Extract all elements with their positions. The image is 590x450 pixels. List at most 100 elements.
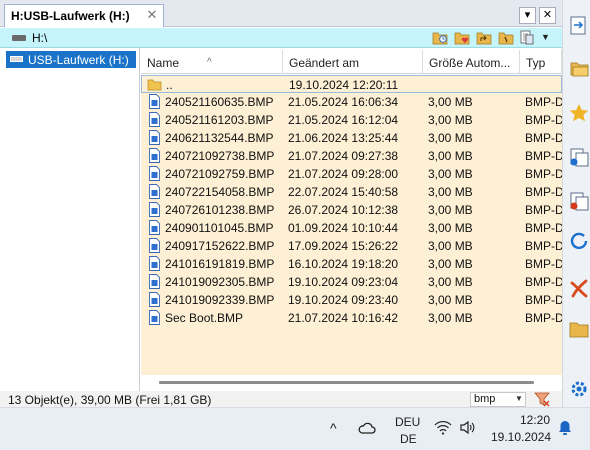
view-options-dropdown-icon[interactable]: ▼ <box>541 32 550 42</box>
file-row[interactable]: 240721092738.BMP 21.07.2024 09:27:38 3,00 … <box>141 147 562 165</box>
show-hidden-icons-icon[interactable]: ^ <box>330 420 337 436</box>
notification-bell-icon[interactable] <box>558 420 572 436</box>
panel-menu-button[interactable]: ▾ <box>519 7 536 24</box>
file-row[interactable]: 240521161203.BMP 21.05.2024 16:12:04 3,00 … <box>141 111 562 129</box>
file-row[interactable]: 241019092339.BMP 19.10.2024 09:23:40 3,00 … <box>141 291 562 309</box>
column-header-name[interactable]: Name ^ <box>141 50 283 74</box>
file-name: Sec Boot.BMP <box>165 311 244 325</box>
file-size: 3,00 MB <box>428 185 473 199</box>
file-type: BMP-D <box>525 185 562 199</box>
file-row[interactable]: 240721092759.BMP 21.07.2024 09:28:00 3,00 … <box>141 165 562 183</box>
file-row[interactable]: Sec Boot.BMP 21.07.2024 10:16:42 3,00 MB BM… <box>141 309 562 327</box>
file-row[interactable]: 240901101045.BMP 01.09.2024 10:10:44 3,00 … <box>141 219 562 237</box>
usb-drive-icon <box>10 56 23 62</box>
bmp-file-icon <box>149 202 160 217</box>
bmp-file-icon <box>149 112 160 127</box>
file-type: BMP-D <box>525 95 562 109</box>
column-header-type[interactable]: Typ <box>520 50 562 74</box>
file-modified: 21.07.2024 09:27:38 <box>288 149 399 163</box>
refresh-icon[interactable] <box>568 230 590 252</box>
file-type: BMP-D <box>525 167 562 181</box>
favorite-folder-icon[interactable] <box>454 30 470 45</box>
file-name: 240722154058.BMP <box>165 185 275 199</box>
file-modified: 26.07.2024 10:12:38 <box>288 203 399 217</box>
file-modified: 21.06.2024 13:25:44 <box>288 131 399 145</box>
new-folder-icon[interactable] <box>568 318 590 340</box>
move-to-icon[interactable] <box>568 190 590 212</box>
address-bar[interactable]: H:\ ▼ <box>0 28 562 48</box>
status-bar: 13 Objekt(e), 39,00 MB (Frei 1,81 GB) bm… <box>0 391 562 407</box>
history-folder-icon[interactable] <box>432 30 448 45</box>
filter-icon[interactable] <box>534 392 550 407</box>
file-type: BMP-D <box>525 149 562 163</box>
file-type: BMP-D <box>525 293 562 307</box>
file-type: BMP-D <box>525 311 562 325</box>
file-row[interactable]: 240726101238.BMP 26.07.2024 10:12:38 3,00 … <box>141 201 562 219</box>
column-name-label: Name <box>147 56 180 70</box>
wifi-icon[interactable] <box>434 420 452 435</box>
file-modified: 19.10.2024 09:23:04 <box>288 275 399 289</box>
column-header-size[interactable]: Größe Autom... <box>423 50 520 74</box>
file-type: BMP-D <box>525 275 562 289</box>
file-row[interactable]: 240521160635.BMP 21.05.2024 16:06:34 3,00 … <box>141 93 562 111</box>
file-size: 3,00 MB <box>428 257 473 271</box>
file-modified: 16.10.2024 19:18:20 <box>288 257 399 271</box>
file-size: 3,00 MB <box>428 293 473 307</box>
panel-close-button[interactable]: ✕ <box>539 7 556 24</box>
file-name: 240721092759.BMP <box>165 167 275 181</box>
input-language[interactable]: DEU <box>395 415 420 429</box>
file-row[interactable]: 240621132544.BMP 21.06.2024 13:25:44 3,00 … <box>141 129 562 147</box>
file-modified: 19.10.2024 12:20:11 <box>289 78 399 92</box>
folder-up-icon <box>147 79 162 91</box>
file-size: 3,00 MB <box>428 275 473 289</box>
root-folder-icon[interactable] <box>498 30 514 45</box>
bmp-file-icon <box>149 148 160 163</box>
column-header-row: Name ^ Geändert am Größe Autom... Typ <box>141 50 562 74</box>
file-row[interactable]: 241016191819.BMP 16.10.2024 19:18:20 3,00 … <box>141 255 562 273</box>
file-size: 3,00 MB <box>428 95 473 109</box>
bmp-file-icon <box>149 184 160 199</box>
delete-icon[interactable] <box>568 277 590 299</box>
file-size: 3,00 MB <box>428 167 473 181</box>
copy-to-icon[interactable] <box>568 146 590 168</box>
send-to-icon[interactable] <box>568 14 590 36</box>
file-name: 240521161203.BMP <box>165 113 274 127</box>
taskbar: ^ DEU DE 12:20 19.10.2024 <box>0 407 590 450</box>
file-modified: 21.05.2024 16:06:34 <box>288 95 399 109</box>
tab-usb-drive[interactable]: H:USB-Laufwerk (H:) ✕ <box>4 4 164 27</box>
horizontal-scrollbar[interactable] <box>159 381 534 384</box>
file-row[interactable]: .. 19.10.2024 12:20:11 <box>141 75 562 93</box>
bmp-file-icon <box>149 256 160 271</box>
address-path[interactable]: H:\ <box>32 31 47 45</box>
file-type: BMP-D <box>525 113 562 127</box>
filter-dropdown-icon[interactable]: ▼ <box>515 394 523 403</box>
onedrive-cloud-icon[interactable] <box>358 421 376 435</box>
file-size: 3,00 MB <box>428 113 473 127</box>
bmp-file-icon <box>149 166 160 181</box>
file-modified: 01.09.2024 10:10:44 <box>288 221 399 235</box>
clock-date[interactable]: 19.10.2024 <box>491 430 551 444</box>
favorites-star-icon[interactable] <box>568 102 590 124</box>
file-name: 240901101045.BMP <box>165 221 274 235</box>
file-modified: 19.10.2024 09:23:40 <box>288 293 399 307</box>
file-rows: .. 19.10.2024 12:20:11 240521160635.BMP 21.… <box>141 75 562 375</box>
side-app-bar <box>562 0 590 407</box>
settings-gear-icon[interactable] <box>568 378 590 400</box>
file-row[interactable]: 241019092305.BMP 19.10.2024 09:23:04 3,00 … <box>141 273 562 291</box>
file-size: 3,00 MB <box>428 239 473 253</box>
tree-item-usb-drive[interactable]: USB-Laufwerk (H:) <box>6 51 136 68</box>
file-name: 241019092339.BMP <box>165 293 275 307</box>
column-header-modified[interactable]: Geändert am <box>283 50 423 74</box>
bmp-file-icon <box>149 94 160 109</box>
view-options-icon[interactable] <box>520 30 536 45</box>
file-type: BMP-D <box>525 203 562 217</box>
tab-close-icon[interactable]: ✕ <box>145 8 159 22</box>
volume-icon[interactable] <box>459 420 477 435</box>
keyboard-layout[interactable]: DE <box>400 432 417 446</box>
folders-icon[interactable] <box>568 58 590 80</box>
clock-time[interactable]: 12:20 <box>520 413 550 427</box>
file-row[interactable]: 240722154058.BMP 22.07.2024 15:40:58 3,00 … <box>141 183 562 201</box>
file-name: .. <box>166 78 173 92</box>
parent-folder-icon[interactable] <box>476 30 492 45</box>
file-row[interactable]: 240917152622.BMP 17.09.2024 15:26:22 3,00 … <box>141 237 562 255</box>
